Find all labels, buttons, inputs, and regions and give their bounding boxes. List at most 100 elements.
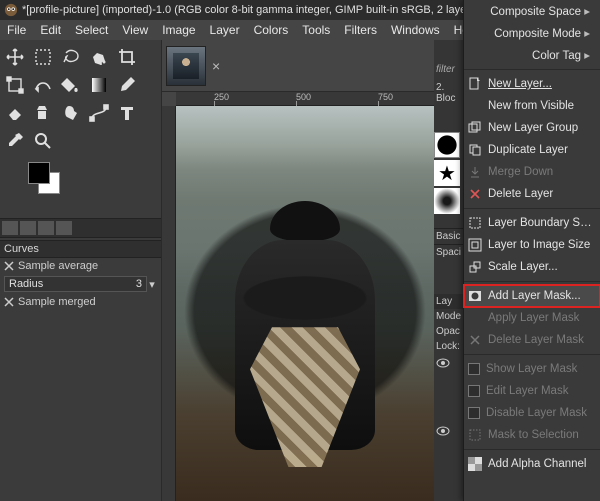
tool-text[interactable] — [114, 100, 140, 126]
brush-filter[interactable]: filter — [434, 64, 464, 75]
label-sample-average: Sample average — [18, 260, 98, 272]
menu-layer-boundary-size[interactable]: Layer Boundary Size... — [464, 212, 600, 234]
checkbox-icon — [468, 385, 480, 397]
canvas-area: × 250 500 750 — [162, 40, 434, 501]
checkbox-icon — [468, 407, 480, 419]
curves-header: Curves — [0, 240, 161, 258]
menu-add-layer-mask[interactable]: Add Layer Mask... — [464, 285, 600, 307]
window-title: *[profile-picture] (imported)-1.0 (RGB c… — [22, 4, 494, 16]
menu-color-tag[interactable]: Color Tag — [464, 44, 600, 66]
gimp-logo-icon — [4, 3, 18, 17]
row-sample-average: Sample average — [0, 258, 161, 274]
label-spacing: Spaci — [434, 244, 464, 260]
tool-color-picker[interactable] — [2, 128, 28, 154]
menu-merge-down: Merge Down — [464, 161, 600, 183]
radius-label: Radius — [9, 278, 43, 290]
menu-edit-layer-mask: Edit Layer Mask — [464, 380, 600, 402]
right-dock: filter 2. Bloc ★ Basic Spaci Lay Mode Op… — [434, 40, 464, 501]
brush-soft-icon[interactable] — [434, 188, 460, 214]
ruler-horizontal: 250 500 750 — [176, 92, 434, 106]
menu-select[interactable]: Select — [68, 23, 115, 37]
menu-image[interactable]: Image — [155, 23, 202, 37]
menu-delete-layer[interactable]: Delete Layer — [464, 183, 600, 205]
tool-fuzzy-select[interactable] — [86, 44, 112, 70]
ruler-vertical — [162, 106, 176, 501]
menu-add-alpha-channel[interactable]: Add Alpha Channel — [464, 453, 600, 475]
color-swatches[interactable] — [28, 162, 78, 210]
eye-icon[interactable] — [436, 425, 450, 437]
delete-mask-icon — [468, 333, 482, 347]
menu-separator — [464, 69, 600, 70]
brush-round-icon[interactable] — [434, 132, 460, 158]
boundary-icon — [468, 216, 482, 230]
duplicate-icon — [468, 143, 482, 157]
alpha-icon — [468, 457, 482, 471]
menu-separator — [464, 449, 600, 450]
menu-new-layer-group[interactable]: New Layer Group — [464, 117, 600, 139]
menu-separator — [464, 281, 600, 282]
menu-composite-space[interactable]: Composite Space — [464, 0, 600, 22]
image-tab-thumbnail[interactable] — [166, 46, 206, 86]
brush-settings-labels: Basic Spaci — [434, 228, 464, 260]
tool-rect-select[interactable] — [30, 44, 56, 70]
tool-transform[interactable] — [2, 72, 28, 98]
radius-value: 3 — [136, 278, 142, 290]
menu-show-layer-mask: Show Layer Mask — [464, 358, 600, 380]
menu-windows[interactable]: Windows — [384, 23, 447, 37]
new-layer-icon — [468, 77, 482, 91]
photo-content — [176, 106, 434, 501]
tool-crop[interactable] — [114, 44, 140, 70]
menu-apply-layer-mask: Apply Layer Mask — [464, 307, 600, 329]
tool-warp[interactable] — [30, 72, 56, 98]
tool-paintbrush[interactable] — [114, 72, 140, 98]
toolbox-panel: Curves Sample average Radius 3 ▾ Sample … — [0, 40, 162, 501]
toolbox — [0, 40, 161, 158]
delete-icon — [468, 187, 482, 201]
brush-star-icon[interactable]: ★ — [434, 160, 460, 186]
radius-field[interactable]: Radius 3 — [4, 276, 147, 292]
tool-smudge[interactable] — [58, 100, 84, 126]
checkbox-icon — [468, 363, 480, 375]
mask-icon — [468, 289, 482, 303]
menu-composite-mode[interactable]: Composite Mode — [464, 22, 600, 44]
tool-gradient[interactable] — [86, 72, 112, 98]
menu-filters[interactable]: Filters — [337, 23, 384, 37]
menu-new-from-visible[interactable]: New from Visible — [464, 95, 600, 117]
menu-view[interactable]: View — [115, 23, 155, 37]
menu-separator — [464, 208, 600, 209]
menu-edit[interactable]: Edit — [33, 23, 68, 37]
app-root: *[profile-picture] (imported)-1.0 (RGB c… — [0, 0, 600, 501]
row-sample-merged: Sample merged — [0, 294, 161, 310]
fit-icon — [468, 238, 482, 252]
image-tab-close[interactable]: × — [212, 58, 220, 74]
row-radius: Radius 3 ▾ — [0, 274, 161, 294]
menu-scale-layer[interactable]: Scale Layer... — [464, 256, 600, 278]
tool-path[interactable] — [86, 100, 112, 126]
image-canvas[interactable] — [176, 106, 434, 501]
label-sample-merged: Sample merged — [18, 296, 96, 308]
menu-new-layer[interactable]: New Layer... — [464, 73, 600, 95]
label-lock: Lock: — [434, 339, 464, 354]
tool-clone[interactable] — [30, 100, 56, 126]
menu-tools[interactable]: Tools — [295, 23, 337, 37]
tool-free-select[interactable] — [58, 44, 84, 70]
layers-panel-fragment: Lay Mode Opac Lock: — [434, 294, 464, 440]
merge-down-icon — [468, 165, 482, 179]
tool-bucket[interactable] — [58, 72, 84, 98]
menu-layer[interactable]: Layer — [203, 23, 247, 37]
menu-file[interactable]: File — [0, 23, 33, 37]
layers-tab[interactable]: Lay — [434, 294, 464, 309]
menu-colors[interactable]: Colors — [247, 23, 296, 37]
eye-icon[interactable] — [436, 357, 450, 369]
label-opacity: Opac — [434, 324, 464, 339]
menu-layer-to-image-size[interactable]: Layer to Image Size — [464, 234, 600, 256]
menu-mask-to-selection: Mask to Selection — [464, 424, 600, 446]
layer-group-icon — [468, 121, 482, 135]
label-basic: Basic — [434, 228, 464, 244]
fg-color-swatch[interactable] — [28, 162, 50, 184]
menu-duplicate-layer[interactable]: Duplicate Layer — [464, 139, 600, 161]
tool-options-tabs — [0, 218, 161, 238]
tool-eraser[interactable] — [2, 100, 28, 126]
tool-zoom[interactable] — [30, 128, 56, 154]
tool-move[interactable] — [2, 44, 28, 70]
